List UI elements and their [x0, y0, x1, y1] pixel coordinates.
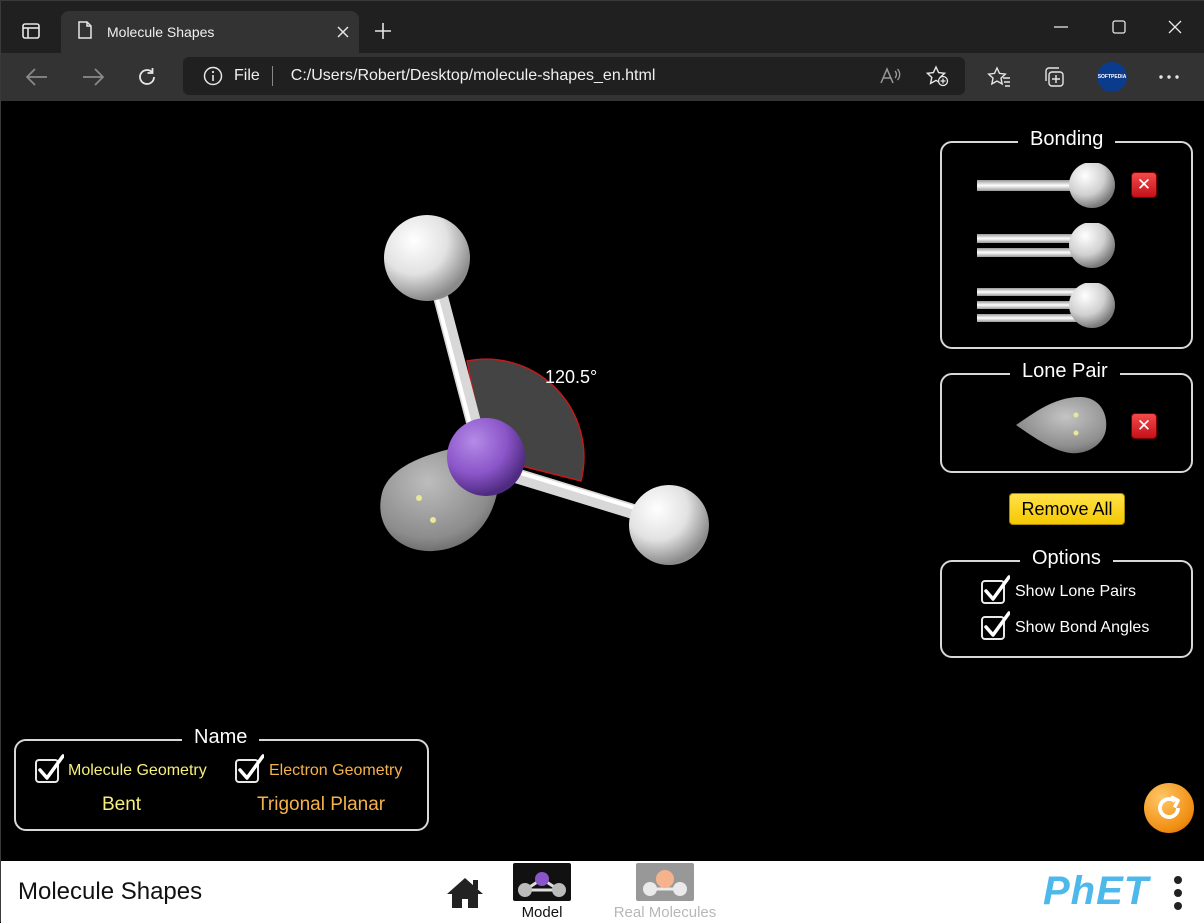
options-title: Options — [1020, 547, 1113, 570]
reset-button[interactable] — [1144, 783, 1194, 833]
tab-title: Molecule Shapes — [107, 24, 215, 40]
molecule-geometry-checkbox[interactable] — [35, 754, 64, 783]
home-icon[interactable] — [445, 876, 485, 910]
electron-geometry-checkbox[interactable] — [235, 754, 264, 783]
options-panel: Options Show Lone Pairs Show Bond Angles — [940, 547, 1193, 658]
phet-logo[interactable]: PhET — [1043, 869, 1149, 914]
show-bond-angles-checkbox[interactable] — [981, 611, 1010, 640]
remove-single-bond-button[interactable]: ✕ — [1131, 172, 1157, 198]
close-window-icon[interactable] — [1157, 13, 1193, 41]
double-bond-option[interactable] — [977, 222, 1117, 269]
central-atom[interactable] — [447, 418, 525, 496]
checkmark-icon — [984, 611, 1010, 637]
phet-menu-icon[interactable] — [1171, 875, 1185, 911]
favorites-icon[interactable] — [985, 63, 1013, 91]
browser-tab[interactable]: Molecule Shapes — [61, 11, 359, 53]
maximize-icon[interactable] — [1101, 13, 1137, 41]
file-label: File — [234, 67, 260, 84]
reset-icon — [1158, 795, 1180, 819]
screen-button-real-molecules[interactable]: Real Molecules — [607, 863, 723, 921]
molecule-geometry-label[interactable]: Molecule Geometry — [68, 762, 207, 780]
name-panel: Name Molecule Geometry Electron Geometry… — [14, 726, 429, 831]
real-molecules-screen-label: Real Molecules — [613, 904, 717, 921]
outer-atom[interactable] — [629, 485, 709, 565]
model-thumbnail — [513, 863, 571, 901]
name-title: Name — [182, 726, 260, 749]
lone-pair-electron — [416, 495, 422, 501]
phet-navbar: Molecule Shapes Model Real Molecules PhE… — [1, 861, 1204, 923]
electron-geometry-value: Trigonal Planar — [257, 794, 386, 815]
bonding-panel: Bonding ✕ — [940, 128, 1193, 349]
info-icon[interactable] — [203, 66, 223, 86]
browser-window: Molecule Shapes File C:/Users/Robert/Des… — [0, 0, 1204, 923]
sim-title: Molecule Shapes — [18, 878, 203, 905]
remove-all-button[interactable]: Remove All — [1009, 493, 1125, 525]
new-tab-icon[interactable] — [369, 17, 397, 45]
lone-pair-panel: Lone Pair ✕ — [940, 360, 1193, 473]
add-favorite-icon[interactable] — [925, 65, 949, 92]
lone-pair-title: Lone Pair — [1010, 360, 1120, 383]
single-bond-option[interactable] — [977, 162, 1117, 209]
address-bar[interactable]: File C:/Users/Robert/Desktop/molecule-sh… — [183, 57, 965, 95]
read-aloud-icon[interactable] — [879, 66, 901, 91]
checkmark-icon — [38, 754, 64, 780]
show-lone-pairs-checkbox[interactable] — [981, 575, 1010, 604]
checkmark-icon — [238, 754, 264, 780]
browser-toolbar: File C:/Users/Robert/Desktop/molecule-sh… — [1, 53, 1204, 101]
molecule-view[interactable] — [1, 101, 901, 721]
tab-bar: Molecule Shapes — [1, 1, 1204, 53]
screen-button-model[interactable]: Model — [511, 863, 573, 921]
real-molecules-thumbnail — [636, 863, 694, 901]
simulation-area: 120.5° Bonding ✕ Lone Pair ✕ Remove All … — [1, 101, 1204, 861]
lone-pair-electron — [430, 517, 436, 523]
molecule-geometry-value: Bent — [102, 794, 142, 815]
model-screen-label: Model — [521, 904, 563, 921]
back-icon[interactable] — [23, 63, 51, 91]
checkmark-icon — [984, 575, 1010, 601]
url-text[interactable]: C:/Users/Robert/Desktop/molecule-shapes_… — [291, 67, 656, 85]
tab-actions-icon[interactable] — [19, 19, 43, 43]
bond-angle-label: 120.5° — [545, 367, 598, 387]
profile-avatar[interactable]: SOFTPEDIA — [1097, 62, 1127, 92]
minimize-icon[interactable] — [1043, 13, 1079, 41]
outer-atom[interactable] — [384, 215, 470, 301]
triple-bond-option[interactable] — [977, 282, 1117, 329]
lone-pair-option[interactable] — [1014, 393, 1110, 455]
collections-icon[interactable] — [1041, 63, 1069, 91]
more-menu-icon[interactable] — [1155, 63, 1183, 91]
show-bond-angles-label[interactable]: Show Bond Angles — [1015, 619, 1149, 637]
refresh-icon[interactable] — [133, 63, 161, 91]
close-tab-icon[interactable] — [327, 16, 359, 48]
remove-lone-pair-button[interactable]: ✕ — [1131, 413, 1157, 439]
address-separator — [271, 66, 273, 86]
electron-geometry-label[interactable]: Electron Geometry — [269, 762, 402, 780]
page-icon — [77, 20, 93, 44]
forward-icon[interactable] — [79, 63, 107, 91]
bonding-title: Bonding — [1018, 128, 1116, 151]
show-lone-pairs-label[interactable]: Show Lone Pairs — [1015, 583, 1136, 601]
